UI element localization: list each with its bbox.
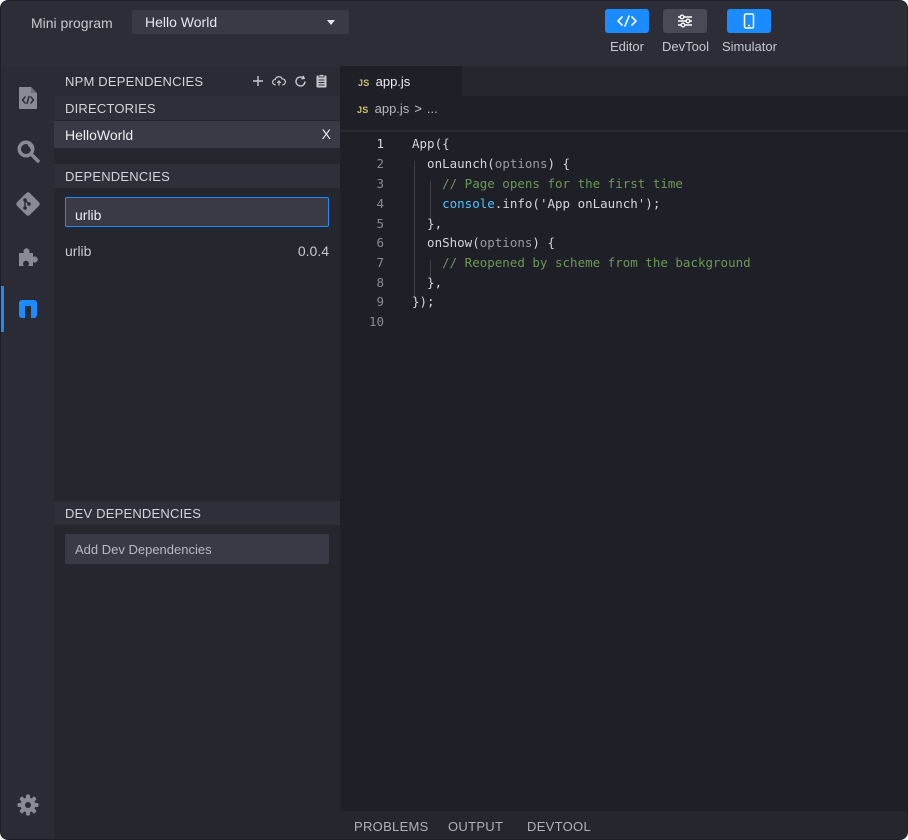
tab-label: app.js (375, 74, 411, 89)
editor: JS app.js JS app.js >... 1 App({ 2 onLaunch… (340, 66, 907, 839)
clipboard-icon[interactable] (314, 74, 328, 88)
add-dev-dependencies-input[interactable]: Add Dev Dependencies (65, 534, 329, 564)
dev-dependencies-header: DEV DEPENDENCIES (54, 501, 340, 525)
code-line: 6 onShow(options) { (340, 233, 907, 253)
top-bar: Mini program Hello World Editor DevTool … (1, 1, 907, 66)
code-text: App({ (412, 136, 450, 151)
line-number: 7 (376, 255, 384, 270)
code-brackets-icon (605, 9, 649, 33)
mode-simulator-label: Simulator (722, 39, 777, 54)
line-number: 4 (376, 196, 384, 211)
dependency-name: urlib (65, 243, 92, 259)
code-text: onShow(options) { (412, 235, 555, 250)
activity-bar (1, 66, 54, 839)
directories-header: DIRECTORIES (54, 96, 340, 120)
search-icon (17, 140, 40, 163)
activity-git[interactable] (1, 181, 54, 227)
breadcrumb-file[interactable]: app.js (375, 101, 410, 116)
editor-tabs: JS app.js (340, 66, 907, 96)
breadcrumb-more[interactable]: ... (427, 101, 438, 116)
activity-npm[interactable] (1, 286, 54, 332)
code-text: console.info('App onLaunch'); (442, 196, 661, 211)
activity-search[interactable] (1, 128, 54, 174)
chevron-down-icon (327, 20, 335, 25)
tab-devtool[interactable]: DEVTOOL (527, 819, 591, 834)
directory-item[interactable]: HelloWorld X (54, 121, 340, 148)
npm-icon (18, 300, 37, 318)
code-file-icon (18, 87, 37, 109)
line-number: 2 (376, 156, 384, 171)
code-line: 1 App({ (340, 134, 907, 154)
mini-program-label: Mini program (31, 15, 113, 31)
code-line: 2 onLaunch(options) { (340, 154, 907, 174)
git-icon (15, 192, 40, 216)
code-text: }, (412, 216, 443, 231)
dependency-search-input[interactable] (65, 197, 329, 227)
line-number: 3 (376, 176, 384, 191)
breadcrumb-separator: > (414, 101, 422, 116)
line-number: 10 (368, 314, 384, 329)
code-area[interactable]: 1 App({ 2 onLaunch(options) { 3 // Page … (340, 130, 907, 810)
code-line: 4 console.info('App onLaunch'); (340, 194, 907, 214)
activity-extensions[interactable] (1, 234, 54, 280)
code-line: 10 (340, 312, 907, 332)
dependency-row[interactable]: urlib 0.0.4 (65, 243, 329, 263)
extensions-icon (18, 248, 38, 266)
phone-icon (727, 9, 772, 33)
code-line: 5 }, (340, 214, 907, 234)
add-icon[interactable] (251, 74, 265, 88)
code-comment: // Reopened by scheme from the backgroun… (412, 255, 751, 270)
directory-item-label: HelloWorld (65, 127, 134, 143)
line-number: 6 (376, 235, 384, 250)
tab-output[interactable]: OUTPUT (448, 819, 503, 834)
mode-devtool-button[interactable]: DevTool (662, 9, 709, 54)
line-number: 5 (376, 216, 384, 231)
code-line: 7 // Reopened by scheme from the backgro… (340, 253, 907, 273)
sidebar-title: NPM DEPENDENCIES (65, 74, 204, 89)
mode-simulator-button[interactable]: Simulator (722, 9, 777, 54)
mode-devtool-label: DevTool (662, 39, 709, 54)
code-text: }, (412, 275, 443, 290)
mode-editor-label: Editor (610, 39, 644, 54)
npm-sidebar: NPM DEPENDENCIES DIRECTORIES HelloWorld … (54, 66, 340, 839)
sliders-icon (663, 9, 708, 33)
project-select-value: Hello World (145, 14, 218, 30)
activity-explorer[interactable] (1, 75, 54, 121)
line-number: 1 (376, 136, 384, 151)
line-number: 9 (376, 294, 384, 309)
activity-settings[interactable] (1, 782, 54, 828)
ide-window: Mini program Hello World Editor DevTool … (0, 0, 908, 840)
js-file-icon: JS (357, 105, 369, 115)
dependency-version: 0.0.4 (297, 243, 329, 259)
tab-app-js[interactable]: JS app.js (340, 66, 462, 96)
close-icon[interactable]: X (322, 126, 331, 142)
bottom-panel-tabs: PROBLEMS OUTPUT DEVTOOL (340, 811, 907, 839)
code-line: 3 // Page opens for the first time (340, 174, 907, 194)
breadcrumb: JS app.js >... (340, 96, 907, 124)
sidebar-actions (251, 74, 328, 88)
code-line: 9 }); (340, 292, 907, 312)
code-comment: // Page opens for the first time (412, 176, 683, 191)
line-number: 8 (376, 275, 384, 290)
js-file-icon: JS (358, 78, 370, 88)
sidebar-header: NPM DEPENDENCIES (54, 66, 340, 96)
code-text: }); (412, 294, 435, 309)
settings-gear-icon (17, 794, 38, 816)
project-select[interactable]: Hello World (132, 10, 349, 34)
dependencies-header: DEPENDENCIES (54, 164, 340, 188)
refresh-icon[interactable] (293, 74, 307, 88)
code-text: onLaunch(options) { (412, 156, 571, 171)
code-line: 8 }, (340, 273, 907, 293)
mode-editor-button[interactable]: Editor (605, 9, 649, 54)
tab-problems[interactable]: PROBLEMS (354, 819, 429, 834)
cloud-upload-icon[interactable] (272, 74, 286, 88)
